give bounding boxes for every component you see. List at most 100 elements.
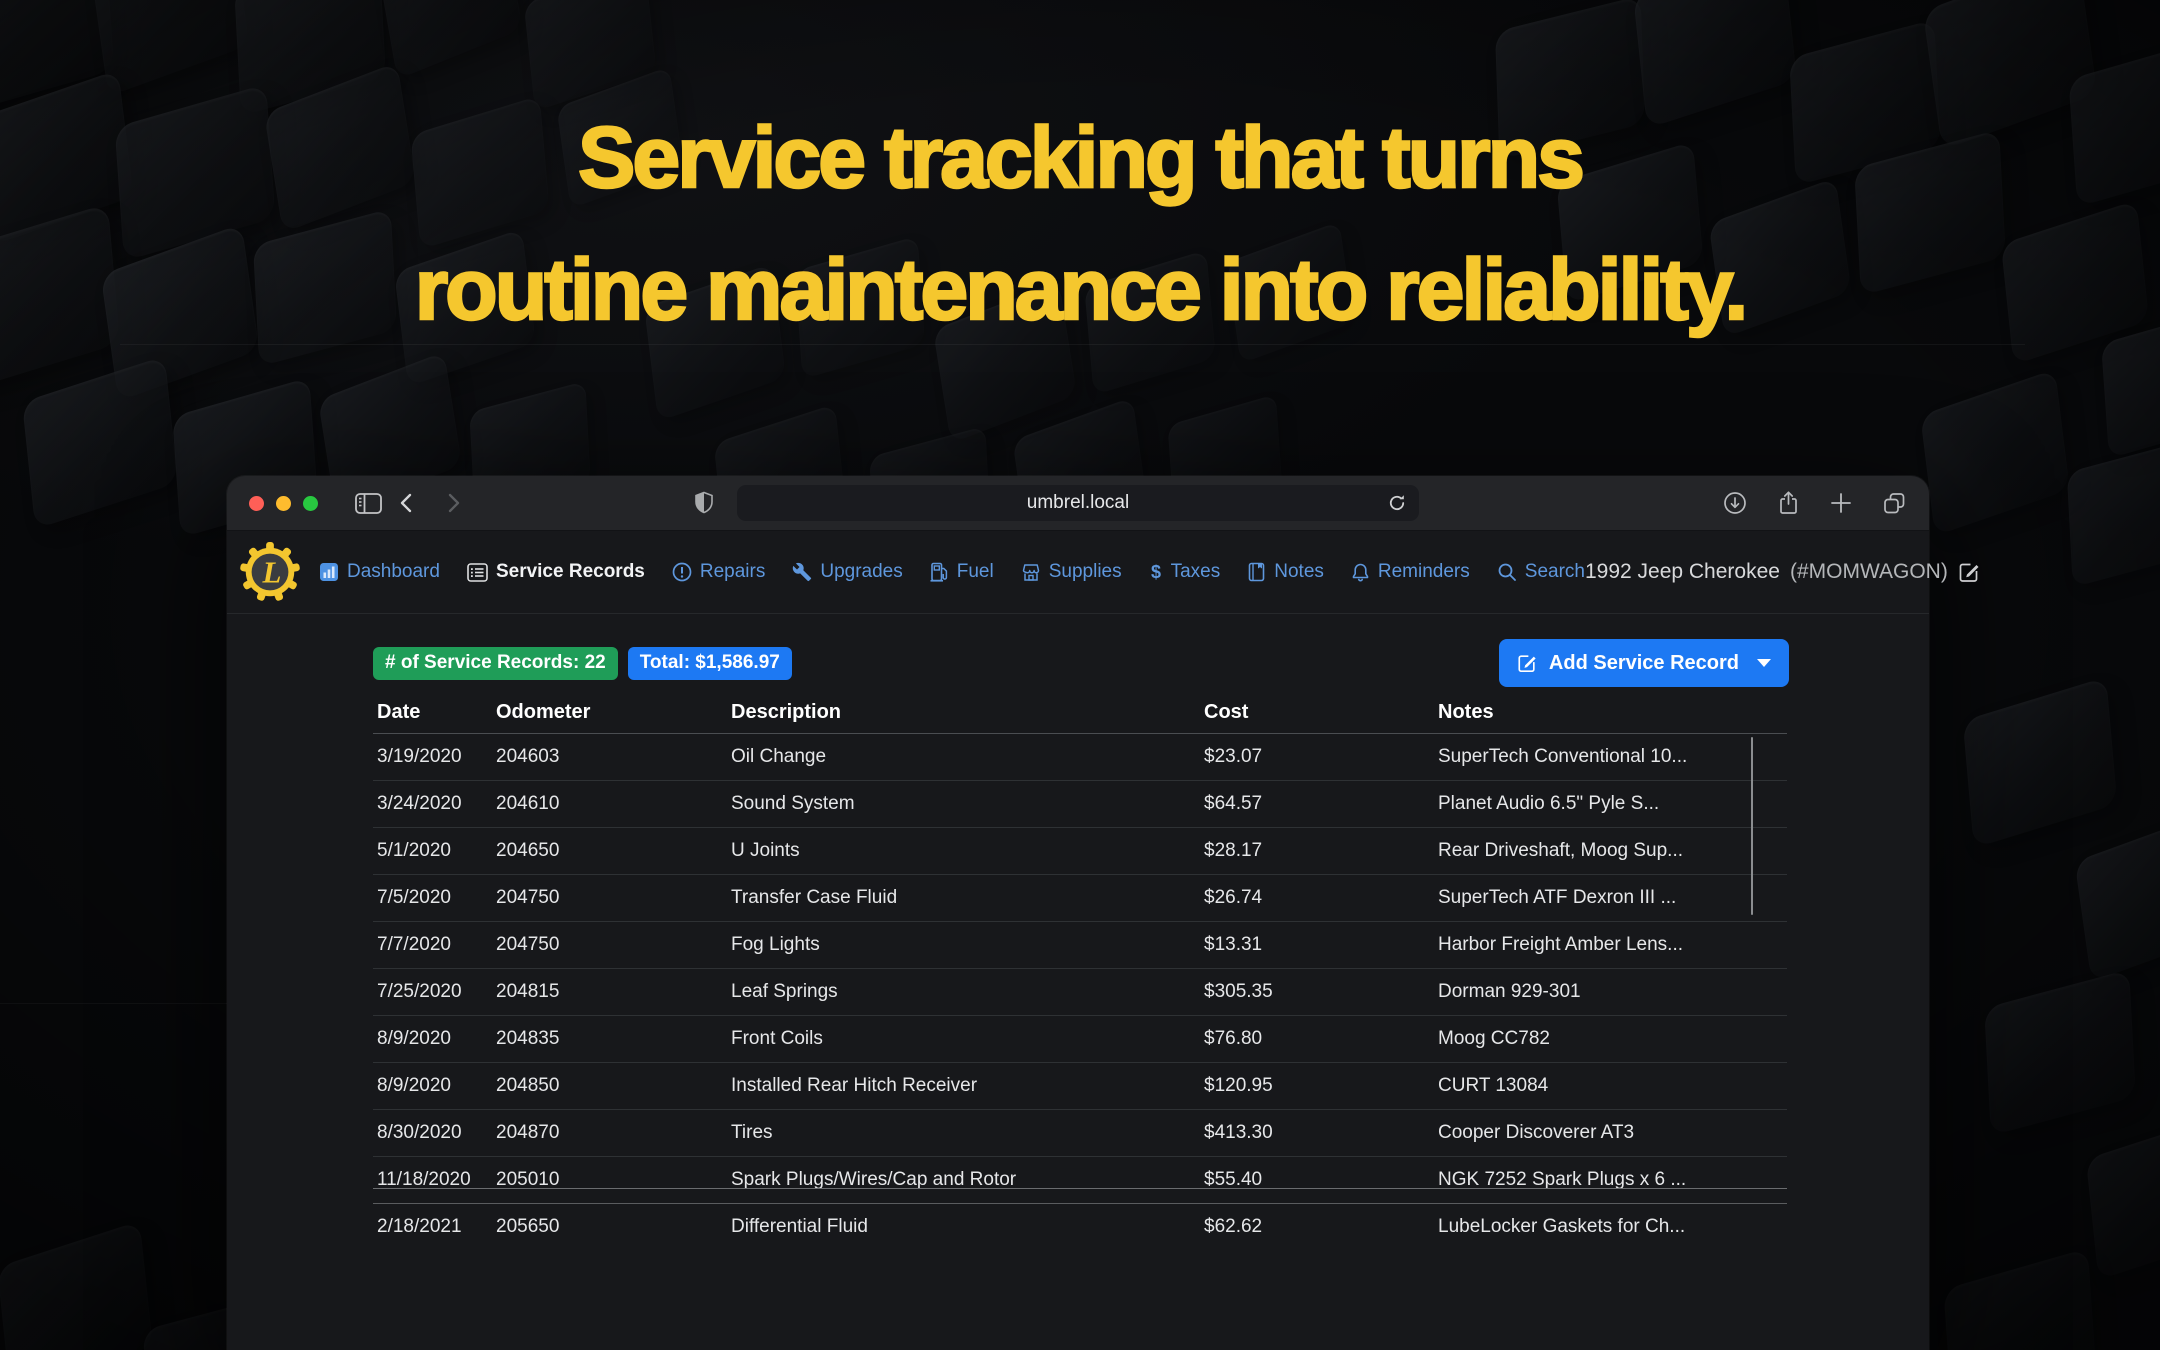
tread-block xyxy=(1943,1248,2096,1350)
table-scrollbar-thumb[interactable] xyxy=(1751,737,1753,915)
nav-item-service-records[interactable]: Service Records xyxy=(467,561,645,583)
browser-window: umbrel.local xyxy=(227,476,1929,1350)
service-records-page: # of Service Records: 22 Total: $1,586.9… xyxy=(227,639,1929,1235)
records-count-badge: # of Service Records: 22 xyxy=(373,647,618,680)
table-cell-odometer: 204870 xyxy=(492,1110,727,1157)
new-tab-icon[interactable] xyxy=(1830,492,1852,514)
table-row[interactable]: 8/9/2020204835Front Coils$76.80Moog CC78… xyxy=(373,1016,1787,1063)
table-cell-notes: Rear Driveshaft, Moog Sup... xyxy=(1434,828,1787,875)
table-cell-cost: $62.62 xyxy=(1200,1204,1434,1236)
column-header-cost[interactable]: Cost xyxy=(1200,691,1434,734)
table-cell-description: Tires xyxy=(727,1110,1200,1157)
nav-item-fuel[interactable]: Fuel xyxy=(930,561,994,583)
privacy-shield-icon xyxy=(693,476,715,530)
table-cell-notes: CURT 13084 xyxy=(1434,1063,1787,1110)
sidebar-toggle-button[interactable] xyxy=(355,476,382,530)
tread-block xyxy=(2067,438,2160,588)
hero-line-2: routine maintenance into reliability. xyxy=(415,242,1746,338)
hero-line-1: Service tracking that turns xyxy=(578,110,1582,206)
nav-item-repairs[interactable]: Repairs xyxy=(672,561,765,583)
forward-button[interactable] xyxy=(447,476,461,530)
table-cell-cost: $64.57 xyxy=(1200,781,1434,828)
nav-label: Reminders xyxy=(1378,561,1470,583)
close-window-button[interactable] xyxy=(249,496,264,511)
add-service-record-button[interactable]: Add Service Record xyxy=(1499,639,1789,687)
table-header: Date Odometer Description Cost Notes xyxy=(373,691,1787,734)
table-cell-description: Installed Rear Hitch Receiver xyxy=(727,1063,1200,1110)
share-icon[interactable] xyxy=(1777,490,1800,516)
table-row[interactable]: 7/7/2020204750Fog Lights$13.31Harbor Fre… xyxy=(373,922,1787,969)
nav-item-reminders[interactable]: Reminders xyxy=(1351,561,1470,583)
hero-headline: Service tracking that turns routine maint… xyxy=(0,92,2160,356)
tread-block xyxy=(1920,369,2070,536)
table-cell-cost: $26.74 xyxy=(1200,875,1434,922)
edit-vehicle-icon[interactable] xyxy=(1958,561,1980,583)
nav-item-supplies[interactable]: Supplies xyxy=(1021,561,1122,583)
nav-item-taxes[interactable]: $ Taxes xyxy=(1149,561,1221,583)
table-cell-cost: $55.40 xyxy=(1200,1157,1434,1204)
column-header-date[interactable]: Date xyxy=(373,691,492,734)
tread-block xyxy=(1963,677,2118,848)
table-cell-notes: SuperTech Conventional 10... xyxy=(1434,734,1787,781)
nav-label: Repairs xyxy=(700,561,765,583)
nav-label: Fuel xyxy=(957,561,994,583)
table-row[interactable]: 5/1/2020204650U Joints$28.17Rear Drivesh… xyxy=(373,828,1787,875)
upgrades-icon xyxy=(792,562,812,582)
table-cell-cost: $76.80 xyxy=(1200,1016,1434,1063)
downloads-icon[interactable] xyxy=(1723,491,1747,515)
reload-icon[interactable] xyxy=(1387,492,1407,514)
column-header-odometer[interactable]: Odometer xyxy=(492,691,727,734)
table-row[interactable]: 8/30/2020204870Tires$413.30Cooper Discov… xyxy=(373,1110,1787,1157)
table-cell-odometer: 205650 xyxy=(492,1204,727,1236)
caret-down-icon[interactable] xyxy=(1757,659,1771,667)
nav-item-upgrades[interactable]: Upgrades xyxy=(792,561,902,583)
table-cell-odometer: 204850 xyxy=(492,1063,727,1110)
address-bar[interactable]: umbrel.local xyxy=(737,485,1419,521)
table-cell-description: Spark Plugs/Wires/Cap and Rotor xyxy=(727,1157,1200,1204)
table-cell-date: 7/5/2020 xyxy=(373,875,492,922)
table-cell-notes: Dorman 929-301 xyxy=(1434,969,1787,1016)
lubelogger-logo[interactable]: L xyxy=(239,541,301,603)
dashboard-icon xyxy=(319,562,339,582)
table-row[interactable]: 11/18/2020205010Spark Plugs/Wires/Cap an… xyxy=(373,1157,1787,1204)
table-cell-odometer: 204650 xyxy=(492,828,727,875)
table-cell-notes: Moog CC782 xyxy=(1434,1016,1787,1063)
titlebar-right-buttons xyxy=(1723,476,1907,530)
table-row[interactable]: 7/5/2020204750Transfer Case Fluid$26.74S… xyxy=(373,875,1787,922)
table-row[interactable]: 3/24/2020204610Sound System$64.57Planet … xyxy=(373,781,1787,828)
table-row[interactable]: 3/19/2020204603Oil Change$23.07SuperTech… xyxy=(373,734,1787,781)
table-cell-cost: $120.95 xyxy=(1200,1063,1434,1110)
column-header-notes[interactable]: Notes xyxy=(1434,691,1787,734)
nav-item-dashboard[interactable]: Dashboard xyxy=(319,561,440,583)
table-cell-odometer: 204750 xyxy=(492,922,727,969)
column-header-description[interactable]: Description xyxy=(727,691,1200,734)
nav-item-notes[interactable]: Notes xyxy=(1247,561,1324,583)
page-background: Service tracking that turns routine maint… xyxy=(0,0,2160,1350)
supplies-icon xyxy=(1021,563,1041,582)
table-cell-date: 7/7/2020 xyxy=(373,922,492,969)
table-cell-date: 8/30/2020 xyxy=(373,1110,492,1157)
scroll-edge-line xyxy=(373,1188,1787,1189)
svg-text:$: $ xyxy=(1151,562,1161,582)
svg-text:L: L xyxy=(261,555,281,590)
tread-block xyxy=(1984,969,2136,1135)
table-cell-cost: $413.30 xyxy=(1200,1110,1434,1157)
nav-label: Upgrades xyxy=(820,561,902,583)
back-button[interactable] xyxy=(399,476,413,530)
tab-overview-icon[interactable] xyxy=(1882,491,1907,515)
nav-item-search[interactable]: Search xyxy=(1497,561,1585,583)
table-row[interactable]: 2/18/2021205650Differential Fluid$62.62L… xyxy=(373,1204,1787,1236)
vehicle-tag: (#MOMWAGON) xyxy=(1790,560,1948,584)
table-row[interactable]: 7/25/2020204815Leaf Springs$305.35Dorman… xyxy=(373,969,1787,1016)
vehicle-title: 1992 Jeep Cherokee(#MOMWAGON) xyxy=(1585,560,1980,584)
service-records-table[interactable]: Date Odometer Description Cost Notes 3/1… xyxy=(373,691,1789,1235)
minimize-window-button[interactable] xyxy=(276,496,291,511)
search-icon xyxy=(1497,562,1517,582)
table-cell-description: Front Coils xyxy=(727,1016,1200,1063)
fuel-icon xyxy=(930,562,949,582)
table-cell-notes: NGK 7252 Spark Plugs x 6 ... xyxy=(1434,1157,1787,1204)
notes-icon xyxy=(1247,562,1266,582)
table-cell-odometer: 205010 xyxy=(492,1157,727,1204)
zoom-window-button[interactable] xyxy=(303,496,318,511)
table-row[interactable]: 8/9/2020204850Installed Rear Hitch Recei… xyxy=(373,1063,1787,1110)
